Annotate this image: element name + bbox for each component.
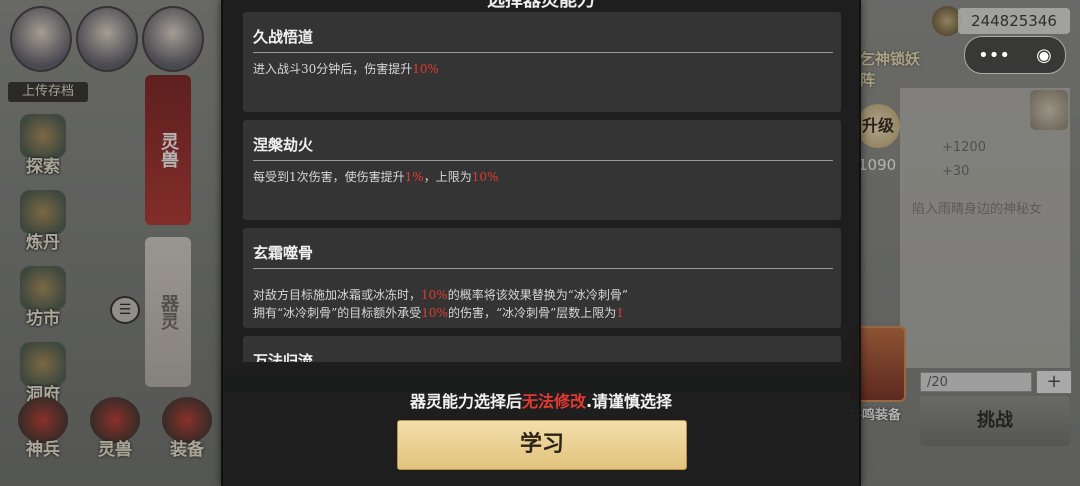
detail-panel: [900, 88, 1070, 368]
bottom-item-equipment[interactable]: 装备: [154, 395, 220, 465]
highlight-value: 10%: [471, 170, 499, 184]
highlight-value: 10%: [421, 288, 448, 302]
ability-card[interactable]: 玄霜噬骨 对敌方目标施加冰霜或冰冻时，10%的概率将该效果替换为“冰冷刺骨” 拥有“…: [243, 228, 841, 328]
description-text: 陷入雨晴身边的神秘女: [912, 202, 1043, 217]
ability-modal: 选择器灵能力 久战悟道 进入战斗30分钟后，伤害提升10% 涅槃劫火 每受到1次伤害，…: [221, 0, 861, 486]
highlight-value: 1%: [404, 170, 424, 184]
bottom-icon-bar: 神兵 灵兽 装备: [10, 395, 220, 465]
warning-prefix: 器灵能力选择后: [409, 392, 522, 411]
stat-bonus-2: +30: [942, 164, 970, 179]
warning-text: 器灵能力选择后无法修改.请谨慎选择: [223, 388, 859, 412]
ability-list[interactable]: 久战悟道 进入战斗30分钟后，伤害提升10% 涅槃劫火 每受到1次伤害，使伤害提升1%…: [243, 0, 841, 362]
tab-artifact-spirit[interactable]: 器灵: [145, 237, 191, 387]
description-text: 拥有“冰冷刺骨”的目标额外承受: [253, 306, 422, 320]
highlight-value: 10%: [412, 62, 439, 76]
description-text: 进入战斗30分钟后，伤害提升: [253, 62, 413, 76]
description-text: 的伤害，“冰冷刺骨”层数上限为: [447, 306, 617, 320]
menu-toggle-icon[interactable]: ☰: [110, 296, 140, 324]
currency-bar: 244825346: [860, 0, 1080, 40]
category-tabs: 灵兽 器灵: [145, 75, 195, 399]
ability-card[interactable]: 涅槃劫火每受到1次伤害，使伤害提升1%，上限为10%: [243, 120, 841, 220]
ability-divider: [253, 52, 833, 53]
avatar[interactable]: [10, 6, 72, 72]
description-line: 每受到1次伤害，使伤害提升1%，上限为10%: [253, 168, 498, 186]
event-title[interactable]: 乞神锁妖阵: [860, 48, 930, 89]
ability-description: 进入战斗30分钟后，伤害提升10%: [253, 60, 439, 78]
upgrade-button[interactable]: 升级: [856, 104, 900, 148]
ability-name: 玄霜噬骨: [253, 244, 314, 262]
bottom-item-beast[interactable]: 灵兽: [82, 395, 148, 465]
seal-icon[interactable]: [1030, 90, 1068, 130]
avatar[interactable]: [142, 6, 204, 72]
more-icon[interactable]: •••: [978, 45, 1010, 66]
description-line: 对敌方目标施加冰霜或冰冻时，10%的概率将该效果替换为“冰冷刺骨”: [253, 286, 628, 304]
highlight-value: 1: [616, 306, 624, 320]
avatar-row: [0, 0, 225, 80]
description-text: 对敌方目标施加冰霜或冰冻时，: [253, 288, 422, 302]
bottom-label: 灵兽: [98, 440, 132, 460]
power-value: 1090: [858, 156, 897, 174]
menu-item-explore[interactable]: 探索: [10, 110, 76, 180]
description-line: 进入战斗30分钟后，伤害提升10%: [253, 60, 439, 78]
ability-card[interactable]: 万法归流: [243, 336, 841, 362]
gold-amount: 244825346: [958, 8, 1070, 34]
description-text: 每受到1次伤害，使伤害提升: [253, 170, 405, 184]
description-text: 的概率将该效果替换为“冰冷刺骨”: [447, 288, 628, 302]
miniprogram-capsule[interactable]: ••• ◉: [964, 36, 1066, 74]
bottom-item-weapon[interactable]: 神兵: [10, 395, 76, 465]
description-text: ，上限为: [423, 170, 472, 184]
avatar[interactable]: [76, 6, 138, 72]
stat-bonus-1: +1200: [942, 140, 986, 155]
menu-label: 探索: [26, 157, 60, 177]
progress-counter: /20: [920, 372, 1032, 392]
ability-name: 涅槃劫火: [253, 136, 314, 154]
tab-spirit-beast[interactable]: 灵兽: [145, 75, 191, 225]
ability-divider: [253, 160, 833, 161]
ability-divider: [253, 268, 833, 269]
menu-label: 炼丹: [26, 233, 60, 253]
menu-label: 坊市: [26, 309, 60, 329]
challenge-button[interactable]: 挑战: [920, 396, 1070, 446]
warning-suffix: .请谨慎选择: [585, 392, 673, 411]
warning-highlight: 无法修改: [521, 392, 586, 411]
ability-card[interactable]: 久战悟道进入战斗30分钟后，伤害提升10%: [243, 12, 841, 112]
ability-description: 每受到1次伤害，使伤害提升1%，上限为10%: [253, 168, 498, 186]
plus-button[interactable]: +: [1036, 370, 1072, 394]
bottom-label: 神兵: [26, 440, 60, 460]
ability-name: 万法归流: [253, 352, 314, 362]
description-line: 拥有“冰冷刺骨”的目标额外承受10%的伤害，“冰冷刺骨”层数上限为1: [253, 304, 628, 322]
upload-save-label[interactable]: 上传存档: [8, 82, 88, 102]
ability-name: 久战悟道: [253, 28, 314, 46]
learn-button[interactable]: 学习: [397, 420, 687, 470]
menu-item-market[interactable]: 坊市: [10, 262, 76, 332]
ability-description: 对敌方目标施加冰霜或冰冻时，10%的概率将该效果替换为“冰冷刺骨” 拥有“冰冷刺骨…: [253, 286, 628, 322]
highlight-value: 10%: [421, 306, 448, 320]
close-circle-icon[interactable]: ◉: [1036, 45, 1052, 66]
left-menu: 探索 炼丹 坊市 洞府: [10, 110, 82, 414]
bottom-label: 装备: [170, 440, 204, 460]
menu-item-alchemy[interactable]: 炼丹: [10, 186, 76, 256]
